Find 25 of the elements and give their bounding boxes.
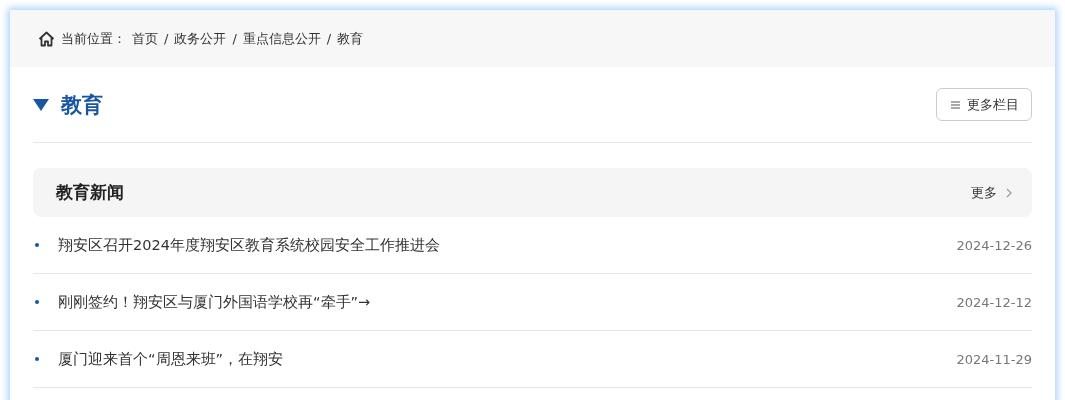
news-link[interactable]: 厦门迎来首个“周恩来班”，在翔安 — [58, 349, 284, 369]
more-columns-button[interactable]: 更多栏目 — [936, 88, 1032, 121]
location-label: 当前位置： — [61, 29, 126, 48]
section-title: 教育新闻 — [56, 181, 124, 204]
triangle-icon — [33, 98, 49, 111]
breadcrumb-link[interactable]: 教育 — [337, 29, 364, 48]
bullet-icon — [35, 357, 39, 361]
news-link[interactable]: 翔安区召开2024年度翔安区教育系统校园安全工作推进会 — [58, 235, 440, 255]
menu-icon — [951, 100, 960, 109]
separator: / — [232, 31, 237, 46]
separator: / — [164, 31, 169, 46]
breadcrumb-link[interactable]: 政务公开 — [174, 29, 227, 48]
bullet-icon — [35, 300, 39, 304]
chevron-right-icon — [1006, 187, 1012, 198]
separator: / — [326, 31, 332, 46]
news-date: 2024-11-29 — [956, 351, 1032, 367]
news-date: 2024-12-12 — [956, 294, 1032, 310]
more-link[interactable]: 更多 — [971, 183, 1012, 202]
news-link[interactable]: 刚刚签约！翔安区与厦门外国语学校再“牵手”→ — [58, 292, 371, 312]
bullet-icon — [35, 243, 39, 247]
page-title: 教育 — [61, 91, 103, 119]
home-icon — [38, 30, 55, 47]
news-date: 2024-12-26 — [956, 237, 1032, 253]
breadcrumb-link[interactable]: 重点信息公开 — [242, 29, 321, 48]
breadcrumb-link[interactable]: 首页 — [132, 29, 158, 48]
